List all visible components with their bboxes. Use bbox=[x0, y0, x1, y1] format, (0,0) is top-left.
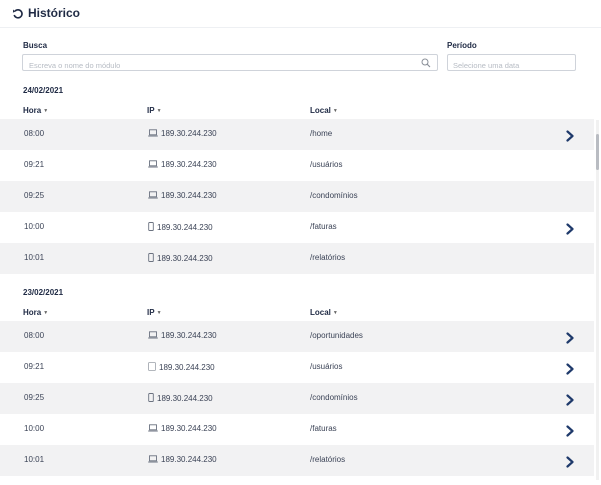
sort-caret-icon[interactable]: ▼ bbox=[43, 310, 48, 316]
period-label: Período bbox=[447, 41, 477, 50]
row-hora: 09:21 bbox=[24, 362, 45, 371]
history-row[interactable]: 08:00 189.30.244.230/home bbox=[0, 119, 594, 150]
row-ip-address: 189.30.244.230 bbox=[161, 129, 217, 138]
column-header-label: Hora bbox=[23, 106, 42, 115]
column-header-hora[interactable]: Hora ▼ bbox=[23, 308, 48, 317]
row-ip: 189.30.244.230 bbox=[148, 222, 213, 233]
period-field[interactable] bbox=[447, 54, 576, 73]
row-ip-address: 189.30.244.230 bbox=[159, 363, 215, 372]
column-header-ip[interactable]: IP ▼ bbox=[147, 106, 162, 115]
chevron-right-icon[interactable] bbox=[564, 331, 576, 344]
laptop-icon bbox=[148, 191, 158, 201]
column-header-local[interactable]: Local ▼ bbox=[310, 106, 338, 115]
mobile-icon bbox=[148, 393, 154, 404]
history-row[interactable]: 09:25 189.30.244.230/condomínios bbox=[0, 383, 594, 414]
row-local: /relatórios bbox=[310, 455, 346, 464]
search-input[interactable] bbox=[23, 58, 413, 73]
row-local: /relatórios bbox=[310, 253, 346, 262]
chevron-right-icon[interactable] bbox=[564, 455, 576, 468]
group-date: 24/02/2021 bbox=[23, 86, 64, 95]
sort-caret-icon[interactable]: ▼ bbox=[333, 310, 338, 316]
row-hora: 08:00 bbox=[24, 331, 45, 340]
chevron-right-icon[interactable] bbox=[564, 393, 576, 406]
scrollbar-thumb[interactable] bbox=[596, 134, 599, 170]
history-row[interactable]: 10:00 189.30.244.230/faturas bbox=[0, 212, 594, 243]
row-ip-address: 189.30.244.230 bbox=[161, 455, 217, 464]
history-row: 10:01 189.30.244.230/relatórios bbox=[0, 243, 594, 274]
row-ip: 189.30.244.230 bbox=[148, 253, 213, 264]
search-label: Busca bbox=[23, 41, 48, 50]
row-local: /condomínios bbox=[310, 393, 358, 402]
laptop-icon bbox=[148, 424, 158, 434]
tablet-icon bbox=[148, 362, 156, 373]
row-local: /condomínios bbox=[310, 191, 358, 200]
row-local: /faturas bbox=[310, 424, 337, 433]
row-ip: 189.30.244.230 bbox=[148, 129, 217, 139]
row-hora: 09:21 bbox=[24, 160, 45, 169]
sort-caret-icon[interactable]: ▼ bbox=[333, 108, 338, 114]
laptop-icon bbox=[148, 160, 158, 170]
history-row[interactable]: 09:21 189.30.244.230/usuários bbox=[0, 352, 594, 383]
sort-caret-icon[interactable]: ▼ bbox=[157, 310, 162, 316]
column-header-local[interactable]: Local ▼ bbox=[310, 308, 338, 317]
period-input[interactable] bbox=[448, 58, 573, 73]
sort-caret-icon[interactable]: ▼ bbox=[157, 108, 162, 114]
search-icon[interactable] bbox=[421, 58, 431, 68]
row-ip: 189.30.244.230 bbox=[148, 362, 215, 373]
search-field[interactable] bbox=[22, 54, 438, 73]
history-row[interactable]: 10:00 189.30.244.230/faturas bbox=[0, 414, 594, 445]
row-local: /home bbox=[310, 129, 333, 138]
column-header-label: Local bbox=[310, 308, 331, 317]
row-hora: 08:00 bbox=[24, 129, 45, 138]
laptop-icon bbox=[148, 455, 158, 465]
page-header: Histórico bbox=[0, 0, 601, 28]
mobile-icon bbox=[148, 222, 154, 233]
column-header-hora[interactable]: Hora ▼ bbox=[23, 106, 48, 115]
history-row[interactable]: 10:01 189.30.244.230/relatórios bbox=[0, 445, 594, 476]
row-hora: 10:01 bbox=[24, 455, 45, 464]
row-local: /oportunidades bbox=[310, 331, 363, 340]
row-ip-address: 189.30.244.230 bbox=[161, 160, 217, 169]
history-row: 09:21 189.30.244.230/usuários bbox=[0, 150, 594, 181]
scrollbar[interactable] bbox=[596, 120, 599, 480]
row-local: /usuários bbox=[310, 362, 343, 371]
row-local: /usuários bbox=[310, 160, 343, 169]
sort-caret-icon[interactable]: ▼ bbox=[43, 108, 48, 114]
laptop-icon bbox=[148, 331, 158, 341]
row-hora: 10:00 bbox=[24, 222, 45, 231]
chevron-right-icon[interactable] bbox=[564, 362, 576, 375]
column-header-label: IP bbox=[147, 106, 155, 115]
row-ip-address: 189.30.244.230 bbox=[161, 424, 217, 433]
row-ip: 189.30.244.230 bbox=[148, 331, 217, 341]
chevron-right-icon[interactable] bbox=[564, 222, 576, 235]
row-ip-address: 189.30.244.230 bbox=[161, 331, 217, 340]
mobile-icon bbox=[148, 253, 154, 264]
row-ip: 189.30.244.230 bbox=[148, 160, 217, 170]
page-title: Histórico bbox=[28, 6, 81, 20]
column-header-label: Hora bbox=[23, 308, 42, 317]
laptop-icon bbox=[148, 129, 158, 139]
history-row[interactable]: 08:00 189.30.244.230/oportunidades bbox=[0, 321, 594, 352]
row-local: /faturas bbox=[310, 222, 337, 231]
row-hora: 09:25 bbox=[24, 191, 45, 200]
row-hora: 10:00 bbox=[24, 424, 45, 433]
row-ip: 189.30.244.230 bbox=[148, 424, 217, 434]
group-date: 23/02/2021 bbox=[23, 288, 64, 297]
row-hora: 09:25 bbox=[24, 393, 45, 402]
chevron-right-icon[interactable] bbox=[564, 129, 576, 142]
row-hora: 10:01 bbox=[24, 253, 45, 262]
row-ip: 189.30.244.230 bbox=[148, 455, 217, 465]
column-header-label: IP bbox=[147, 308, 155, 317]
history-back-icon[interactable] bbox=[12, 8, 24, 20]
chevron-right-icon[interactable] bbox=[564, 424, 576, 437]
column-header-label: Local bbox=[310, 106, 331, 115]
row-ip: 189.30.244.230 bbox=[148, 393, 213, 404]
column-header-ip[interactable]: IP ▼ bbox=[147, 308, 162, 317]
row-ip-address: 189.30.244.230 bbox=[157, 394, 213, 403]
row-ip-address: 189.30.244.230 bbox=[161, 191, 217, 200]
history-row: 09:25 189.30.244.230/condomínios bbox=[0, 181, 594, 212]
row-ip-address: 189.30.244.230 bbox=[157, 254, 213, 263]
row-ip-address: 189.30.244.230 bbox=[157, 223, 213, 232]
row-ip: 189.30.244.230 bbox=[148, 191, 217, 201]
